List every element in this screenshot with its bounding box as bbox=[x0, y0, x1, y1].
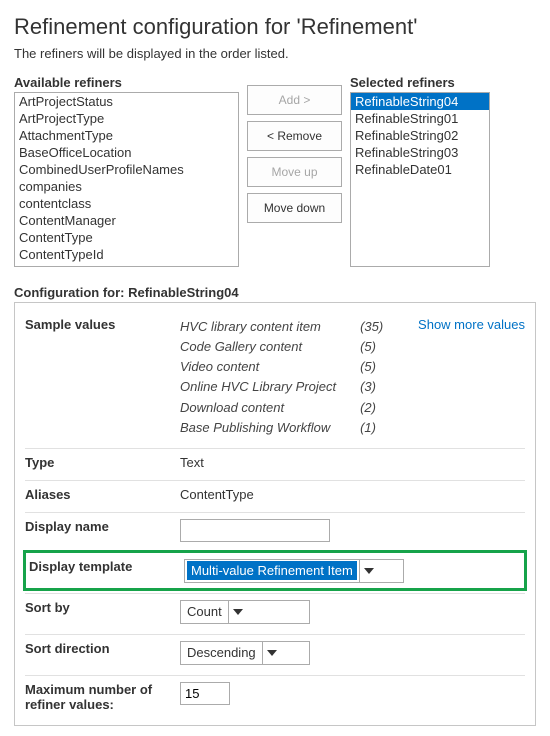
list-item[interactable]: companies bbox=[15, 178, 238, 195]
sample-name: Download content bbox=[180, 398, 336, 418]
available-listbox[interactable]: ArtProjectStatus ArtProjectType Attachme… bbox=[14, 92, 239, 267]
sample-name: Online HVC Library Project bbox=[180, 377, 336, 397]
sample-count: (3) bbox=[360, 377, 383, 397]
sample-names: HVC library content item Code Gallery co… bbox=[180, 317, 336, 438]
list-item[interactable]: ArtProjectType bbox=[15, 110, 238, 127]
sort-by-row: Sort by Count bbox=[25, 593, 525, 630]
max-values-input[interactable] bbox=[180, 682, 230, 705]
max-values-label: Maximum number of refiner values: bbox=[25, 682, 180, 713]
list-item[interactable]: ArtProjectStatus bbox=[15, 93, 238, 110]
remove-button[interactable]: < Remove bbox=[247, 121, 342, 151]
sort-direction-label: Sort direction bbox=[25, 641, 180, 656]
sort-direction-select[interactable]: Descending bbox=[180, 641, 310, 665]
list-item[interactable]: RefinableString01 bbox=[351, 110, 489, 127]
sort-by-value: Count bbox=[181, 604, 228, 619]
sample-values-table: HVC library content item Code Gallery co… bbox=[180, 317, 383, 438]
sample-name: Video content bbox=[180, 357, 336, 377]
move-up-button[interactable]: Move up bbox=[247, 157, 342, 187]
sample-values-row: Sample values HVC library content item C… bbox=[25, 311, 525, 444]
move-buttons: Add > < Remove Move up Move down bbox=[247, 75, 342, 223]
list-item[interactable]: BaseOfficeLocation bbox=[15, 144, 238, 161]
sample-count: (5) bbox=[360, 357, 383, 377]
chevron-down-icon bbox=[228, 601, 248, 623]
list-item[interactable]: RefinableString02 bbox=[351, 127, 489, 144]
aliases-value: ContentType bbox=[180, 487, 525, 502]
type-label: Type bbox=[25, 455, 180, 470]
display-template-value: Multi-value Refinement Item bbox=[187, 561, 357, 580]
display-template-label: Display template bbox=[29, 559, 184, 574]
type-value: Text bbox=[180, 455, 525, 470]
move-down-button[interactable]: Move down bbox=[247, 193, 342, 223]
chevron-down-icon bbox=[359, 560, 379, 582]
sort-by-select[interactable]: Count bbox=[180, 600, 310, 624]
sample-name: HVC library content item bbox=[180, 317, 336, 337]
sample-count: (35) bbox=[360, 317, 383, 337]
sample-name: Code Gallery content bbox=[180, 337, 336, 357]
list-item[interactable]: RefinableString03 bbox=[351, 144, 489, 161]
list-item[interactable]: AttachmentType bbox=[15, 127, 238, 144]
available-label: Available refiners bbox=[14, 75, 239, 90]
list-item[interactable]: ContentTypeId bbox=[15, 246, 238, 263]
display-name-label: Display name bbox=[25, 519, 180, 534]
aliases-label: Aliases bbox=[25, 487, 180, 502]
list-item[interactable]: ContentManager bbox=[15, 212, 238, 229]
page-subtitle: The refiners will be displayed in the or… bbox=[14, 46, 536, 61]
list-item[interactable]: RefinableString04 bbox=[351, 93, 489, 110]
sample-values-label: Sample values bbox=[25, 317, 180, 332]
sort-direction-value: Descending bbox=[181, 645, 262, 660]
chevron-down-icon bbox=[262, 642, 282, 664]
page-title: Refinement configuration for 'Refinement… bbox=[14, 14, 536, 40]
selected-column: Selected refiners RefinableString04 Refi… bbox=[350, 75, 490, 267]
sample-count: (1) bbox=[360, 418, 383, 438]
display-template-select[interactable]: Multi-value Refinement Item bbox=[184, 559, 404, 583]
sample-counts: (35) (5) (5) (3) (2) (1) bbox=[360, 317, 383, 438]
selected-listbox[interactable]: RefinableString04 RefinableString01 Refi… bbox=[350, 92, 490, 267]
list-item[interactable]: contentclass bbox=[15, 195, 238, 212]
sample-count: (2) bbox=[360, 398, 383, 418]
display-template-row: Display template Multi-value Refinement … bbox=[25, 552, 525, 589]
display-name-row: Display name bbox=[25, 512, 525, 548]
type-row: Type Text bbox=[25, 448, 525, 476]
config-box: Sample values HVC library content item C… bbox=[14, 302, 536, 726]
aliases-row: Aliases ContentType bbox=[25, 480, 525, 508]
sample-count: (5) bbox=[360, 337, 383, 357]
available-column: Available refiners ArtProjectStatus ArtP… bbox=[14, 75, 239, 267]
display-name-input[interactable] bbox=[180, 519, 330, 542]
list-item[interactable]: RefinableDate01 bbox=[351, 161, 489, 178]
show-more-values-link[interactable]: Show more values bbox=[418, 317, 525, 332]
sample-name: Base Publishing Workflow bbox=[180, 418, 336, 438]
config-heading: Configuration for: RefinableString04 bbox=[14, 285, 536, 300]
list-item[interactable]: ContentType bbox=[15, 229, 238, 246]
sort-by-label: Sort by bbox=[25, 600, 180, 615]
max-values-row: Maximum number of refiner values: bbox=[25, 675, 525, 719]
selected-label: Selected refiners bbox=[350, 75, 490, 90]
list-item[interactable]: CombinedUserProfileNames bbox=[15, 161, 238, 178]
add-button[interactable]: Add > bbox=[247, 85, 342, 115]
refiners-panel: Available refiners ArtProjectStatus ArtP… bbox=[14, 75, 536, 267]
sort-direction-row: Sort direction Descending bbox=[25, 634, 525, 671]
